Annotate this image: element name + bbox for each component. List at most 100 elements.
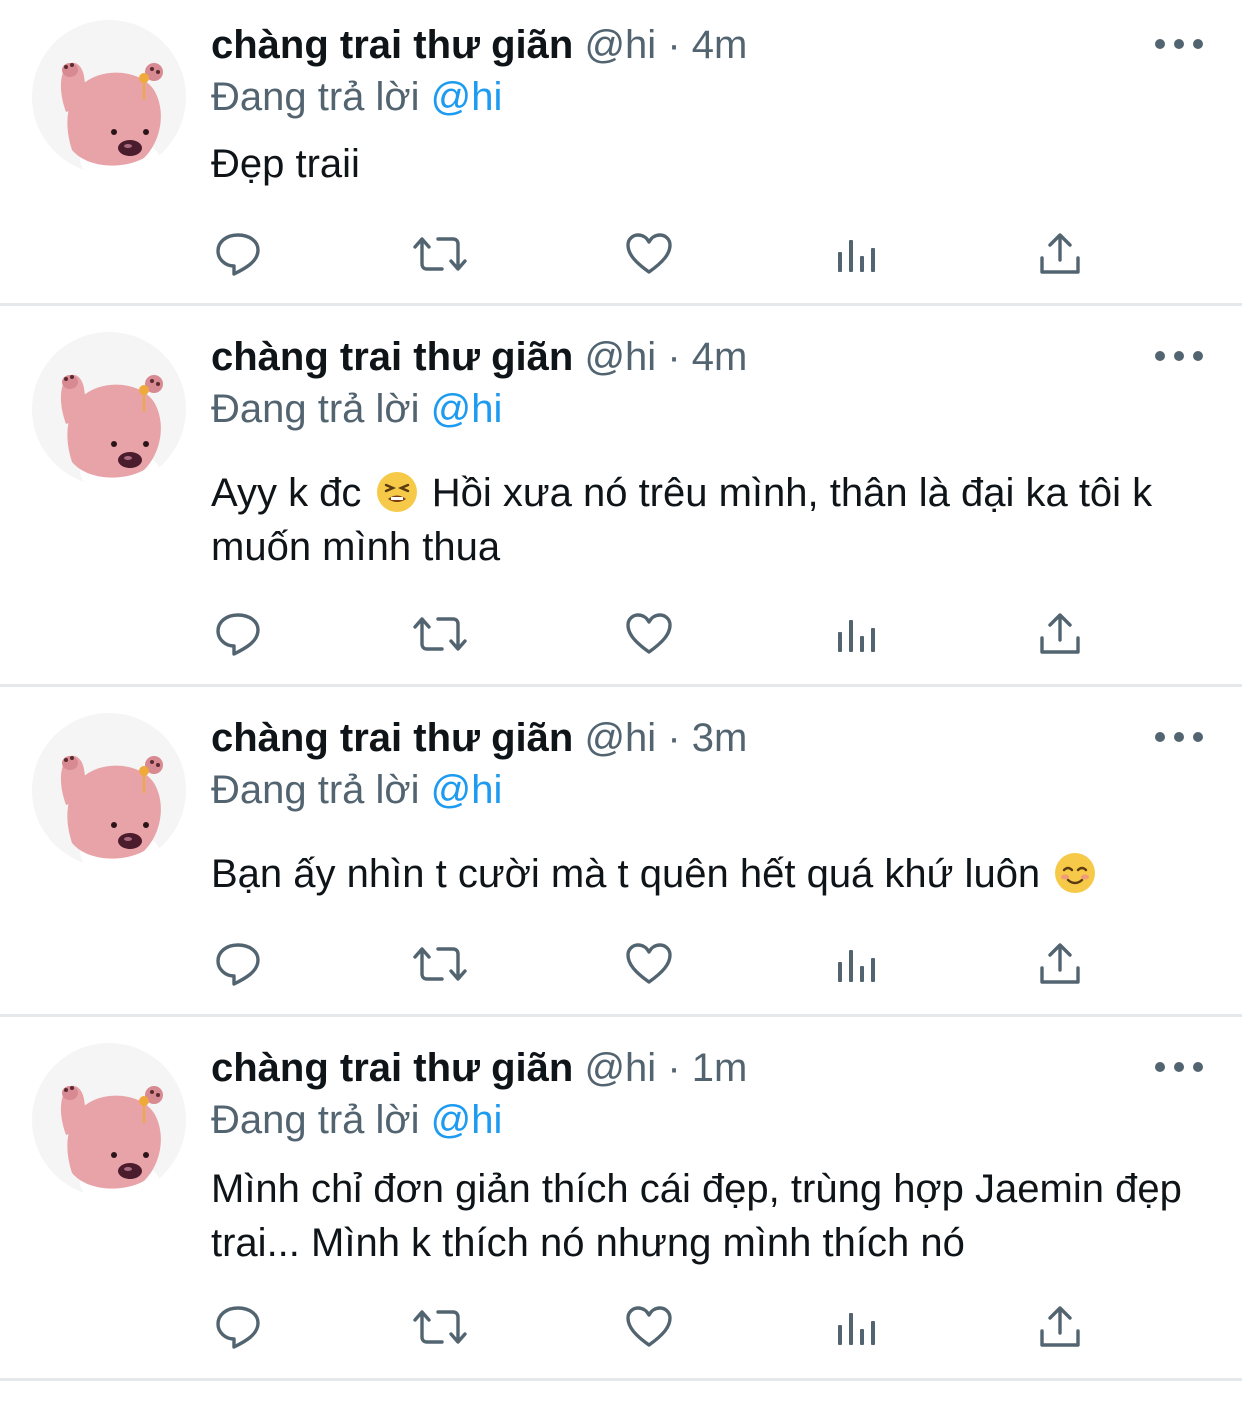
more-options-button[interactable] bbox=[1155, 727, 1203, 747]
tweet[interactable]: chàng trai thư giãn @hi · 3m Đang trả lờ… bbox=[0, 687, 1242, 1017]
tweet[interactable]: chàng trai thư giãn @hi · 4m Đang trả lờ… bbox=[0, 306, 1242, 687]
views-button[interactable] bbox=[830, 611, 882, 661]
replying-to: Đang trả lời @hi bbox=[211, 385, 502, 433]
replying-to: Đang trả lời @hi bbox=[211, 1096, 502, 1144]
tweet-text-part: Ayy k đc bbox=[211, 471, 362, 515]
replying-to-label: Đang trả lời bbox=[211, 387, 420, 431]
tweet-text: Ayy k đc Hồi xưa nó trêu mình, thân là đ… bbox=[211, 466, 1171, 574]
share-upload-icon bbox=[1038, 1305, 1082, 1354]
separator: · bbox=[667, 23, 681, 67]
tweet[interactable]: chàng trai thư giãn @hi · 1m Đang trả lờ… bbox=[0, 1017, 1242, 1381]
tweet-text-part: Bạn ấy nhìn t cười mà t quên hết quá khứ… bbox=[211, 852, 1041, 896]
avatar[interactable] bbox=[32, 332, 186, 486]
more-options-button[interactable] bbox=[1155, 34, 1203, 54]
separator: · bbox=[667, 335, 681, 379]
replying-to-label: Đang trả lời bbox=[211, 768, 420, 812]
share-upload-icon bbox=[1038, 612, 1082, 661]
timestamp[interactable]: 3m bbox=[692, 716, 748, 760]
more-horizontal-icon bbox=[1155, 1062, 1165, 1072]
like-button[interactable] bbox=[623, 611, 675, 661]
timestamp[interactable]: 4m bbox=[692, 23, 748, 67]
like-button[interactable] bbox=[623, 1304, 675, 1354]
tweet-text: Mình chỉ đơn giản thích cái đẹp, trùng h… bbox=[211, 1167, 1182, 1265]
bar-chart-icon bbox=[834, 614, 878, 659]
retweet-icon bbox=[412, 611, 468, 662]
mention-link[interactable]: @hi bbox=[431, 387, 503, 431]
tweet-header: chàng trai thư giãn @hi · 3m bbox=[211, 714, 747, 762]
timestamp[interactable]: 4m bbox=[692, 335, 748, 379]
reply-feed: chàng trai thư giãn @hi · 4m Đang trả lờ… bbox=[0, 0, 1242, 1404]
share-upload-icon bbox=[1038, 942, 1082, 991]
replying-to: Đang trả lời @hi bbox=[211, 766, 502, 814]
handle[interactable]: @hi bbox=[584, 1046, 656, 1090]
replying-to-label: Đang trả lời bbox=[211, 1098, 420, 1142]
tired-face-emoji bbox=[376, 472, 417, 512]
views-button[interactable] bbox=[830, 941, 882, 991]
bar-chart-icon bbox=[834, 944, 878, 989]
reply-bubble-icon bbox=[214, 1304, 262, 1355]
smiling-face-icon bbox=[1056, 854, 1095, 892]
avatar[interactable] bbox=[32, 1043, 186, 1197]
retweet-icon bbox=[412, 231, 468, 282]
reply-button[interactable] bbox=[212, 231, 264, 281]
heart-icon bbox=[625, 942, 673, 991]
heart-icon bbox=[625, 612, 673, 661]
reply-button[interactable] bbox=[212, 941, 264, 991]
bear-avatar-image bbox=[32, 332, 186, 486]
reply-bubble-icon bbox=[214, 231, 262, 282]
retweet-button[interactable] bbox=[413, 1304, 467, 1354]
reply-button[interactable] bbox=[212, 1304, 264, 1354]
timestamp[interactable]: 1m bbox=[692, 1046, 748, 1090]
share-button[interactable] bbox=[1034, 1304, 1086, 1354]
display-name[interactable]: chàng trai thư giãn bbox=[211, 335, 573, 379]
separator: · bbox=[667, 1046, 681, 1090]
reply-bubble-icon bbox=[214, 611, 262, 662]
mention-link[interactable]: @hi bbox=[431, 75, 503, 119]
action-bar bbox=[212, 231, 1092, 281]
avatar[interactable] bbox=[32, 20, 186, 174]
tweet-text: Đẹp traii bbox=[211, 142, 360, 186]
handle[interactable]: @hi bbox=[584, 716, 656, 760]
retweet-button[interactable] bbox=[412, 941, 468, 992]
mention-link[interactable]: @hi bbox=[431, 1098, 503, 1142]
tweet-text: Bạn ấy nhìn t cười mà t quên hết quá khứ… bbox=[211, 847, 1221, 901]
bar-chart-icon bbox=[834, 234, 878, 279]
display-name[interactable]: chàng trai thư giãn bbox=[211, 716, 573, 760]
retweet-icon bbox=[412, 941, 468, 992]
retweet-button[interactable] bbox=[412, 231, 468, 282]
more-horizontal-icon bbox=[1155, 351, 1165, 361]
like-button[interactable] bbox=[623, 231, 675, 281]
more-horizontal-icon bbox=[1155, 39, 1165, 49]
heart-icon bbox=[625, 232, 673, 281]
mention-link[interactable]: @hi bbox=[431, 768, 503, 812]
separator: · bbox=[667, 716, 681, 760]
bar-chart-icon bbox=[834, 1307, 878, 1352]
share-button[interactable] bbox=[1034, 231, 1086, 281]
smiling-face-emoji bbox=[1055, 853, 1096, 893]
handle[interactable]: @hi bbox=[584, 335, 656, 379]
share-button[interactable] bbox=[1034, 611, 1086, 661]
views-button[interactable] bbox=[830, 1304, 882, 1354]
display-name[interactable]: chàng trai thư giãn bbox=[211, 23, 573, 67]
share-button[interactable] bbox=[1034, 941, 1086, 991]
bear-avatar-image bbox=[32, 713, 186, 867]
like-button[interactable] bbox=[623, 941, 675, 991]
tweet[interactable]: chàng trai thư giãn @hi · 4m Đang trả lờ… bbox=[0, 0, 1242, 306]
more-options-button[interactable] bbox=[1155, 1057, 1203, 1077]
display-name[interactable]: chàng trai thư giãn bbox=[211, 1046, 573, 1090]
bear-avatar-image bbox=[32, 1043, 186, 1197]
action-bar bbox=[212, 1304, 1092, 1354]
bear-avatar-image bbox=[32, 20, 186, 174]
handle[interactable]: @hi bbox=[584, 23, 656, 67]
share-upload-icon bbox=[1038, 232, 1082, 281]
replying-to: Đang trả lời @hi bbox=[211, 73, 502, 121]
more-options-button[interactable] bbox=[1155, 346, 1203, 366]
views-button[interactable] bbox=[830, 231, 882, 281]
reply-button[interactable] bbox=[212, 611, 264, 661]
avatar[interactable] bbox=[32, 713, 186, 867]
tweet-header: chàng trai thư giãn @hi · 1m bbox=[211, 1044, 747, 1092]
tweet-header: chàng trai thư giãn @hi · 4m bbox=[211, 21, 747, 69]
heart-icon bbox=[625, 1305, 673, 1354]
action-bar bbox=[212, 941, 1092, 991]
retweet-button[interactable] bbox=[412, 611, 468, 662]
